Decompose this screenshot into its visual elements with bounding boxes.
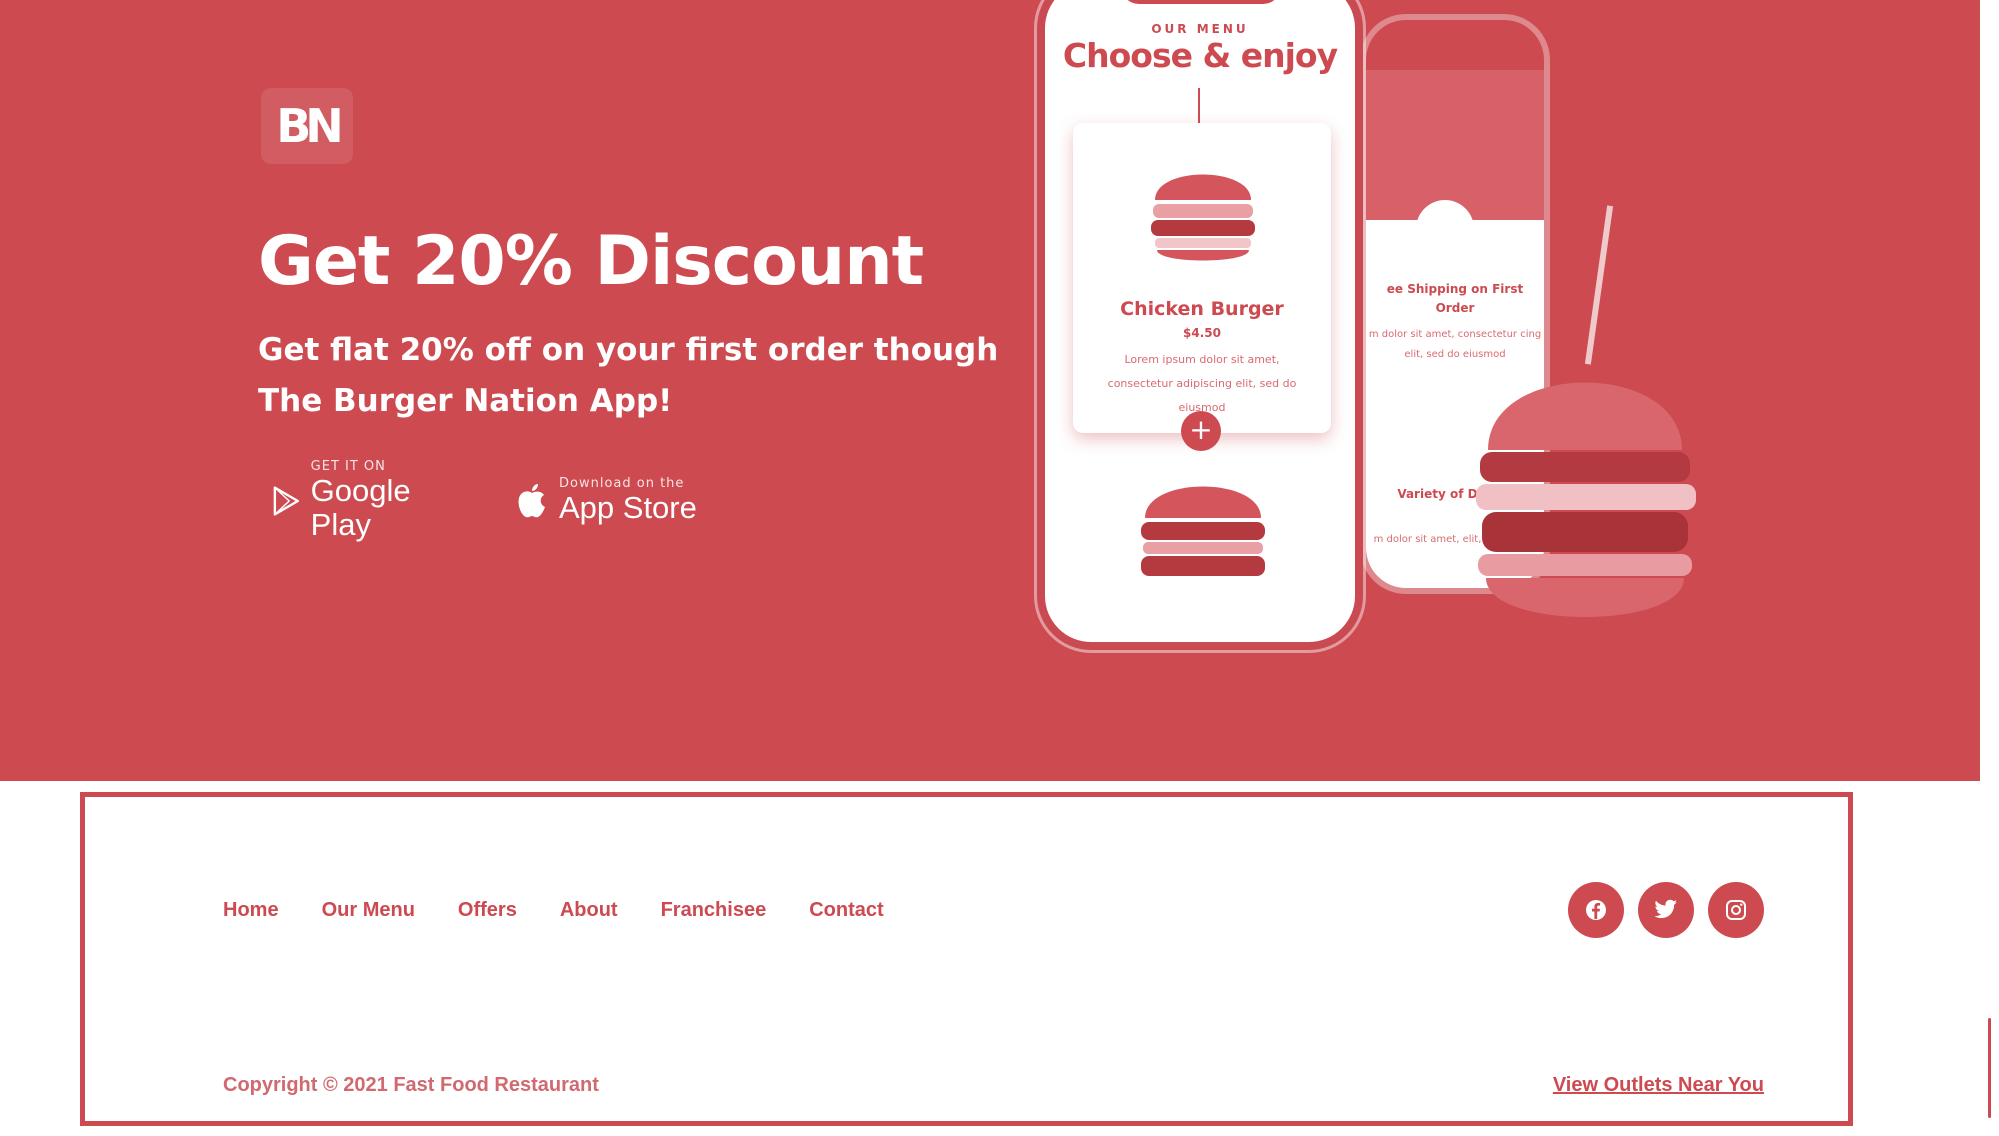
google-play-label: Google Play (310, 473, 411, 542)
google-play-small-label: GET IT ON (310, 459, 386, 474)
burger-image (1141, 486, 1265, 576)
truck-icon (1416, 200, 1474, 258)
footer: Home Our Menu Offers About Franchisee Co… (80, 792, 1853, 1126)
menu-item-name: Chicken Burger (1120, 298, 1284, 320)
view-outlets-link[interactable]: View Outlets Near You (1553, 1074, 1764, 1097)
nav-franchisee-link[interactable]: Franchisee (661, 899, 767, 922)
footer-nav: Home Our Menu Offers About Franchisee Co… (223, 899, 884, 922)
copyright-text: Copyright © 2021 Fast Food Restaurant (223, 1074, 599, 1096)
burger-photo (1476, 382, 1696, 617)
twitter-button[interactable] (1638, 882, 1694, 938)
app-store-button[interactable]: Download on the App Store (515, 468, 715, 534)
instagram-icon (1726, 900, 1746, 920)
menu-item-description: Lorem ipsum dolor sit amet, consectetur … (1107, 353, 1297, 414)
menu-item-card[interactable]: Chicken Burger $4.50 Lorem ipsum dolor s… (1073, 123, 1331, 451)
instagram-button[interactable] (1708, 882, 1764, 938)
hero-title: Get 20% Discount (258, 222, 924, 301)
nav-offers-link[interactable]: Offers (458, 899, 517, 922)
brand-logo[interactable]: BN (261, 88, 353, 164)
social-links (1568, 882, 1764, 938)
facebook-icon (1586, 900, 1606, 920)
nav-about-link[interactable]: About (560, 899, 618, 922)
nav-home-link[interactable]: Home (223, 899, 279, 922)
menu-item-price: $4.50 (1183, 326, 1221, 340)
apple-icon (518, 484, 545, 518)
hero-section: BN Get 20% Discount Get flat 20% off on … (0, 0, 1980, 781)
hero-subtitle: Get flat 20% off on your first order tho… (258, 332, 999, 419)
facebook-button[interactable] (1568, 882, 1624, 938)
phone-mockup-front: OUR MENU Choose & enjoy Chicken Burger $… (1045, 0, 1355, 642)
divider-line (1198, 88, 1200, 128)
feature-shipping-title: ee Shipping on First Order (1386, 282, 1524, 315)
app-store-label: App Store (559, 490, 697, 525)
scrollbar[interactable] (1988, 1018, 1991, 1118)
nav-contact-link[interactable]: Contact (809, 899, 883, 922)
google-play-icon (273, 486, 299, 516)
menu-title: Choose & enjoy (1062, 36, 1338, 75)
app-store-small-label: Download on the (559, 476, 685, 491)
google-play-button[interactable]: GET IT ON Google Play (272, 460, 472, 542)
burger-image (1151, 174, 1255, 261)
phone-notch (1121, 0, 1281, 4)
nav-our-menu-link[interactable]: Our Menu (322, 899, 415, 922)
menu-kicker: OUR MENU (1151, 22, 1249, 36)
food-photo (1366, 70, 1544, 220)
twitter-icon (1654, 899, 1677, 919)
add-to-cart-button[interactable]: + (1181, 411, 1221, 451)
